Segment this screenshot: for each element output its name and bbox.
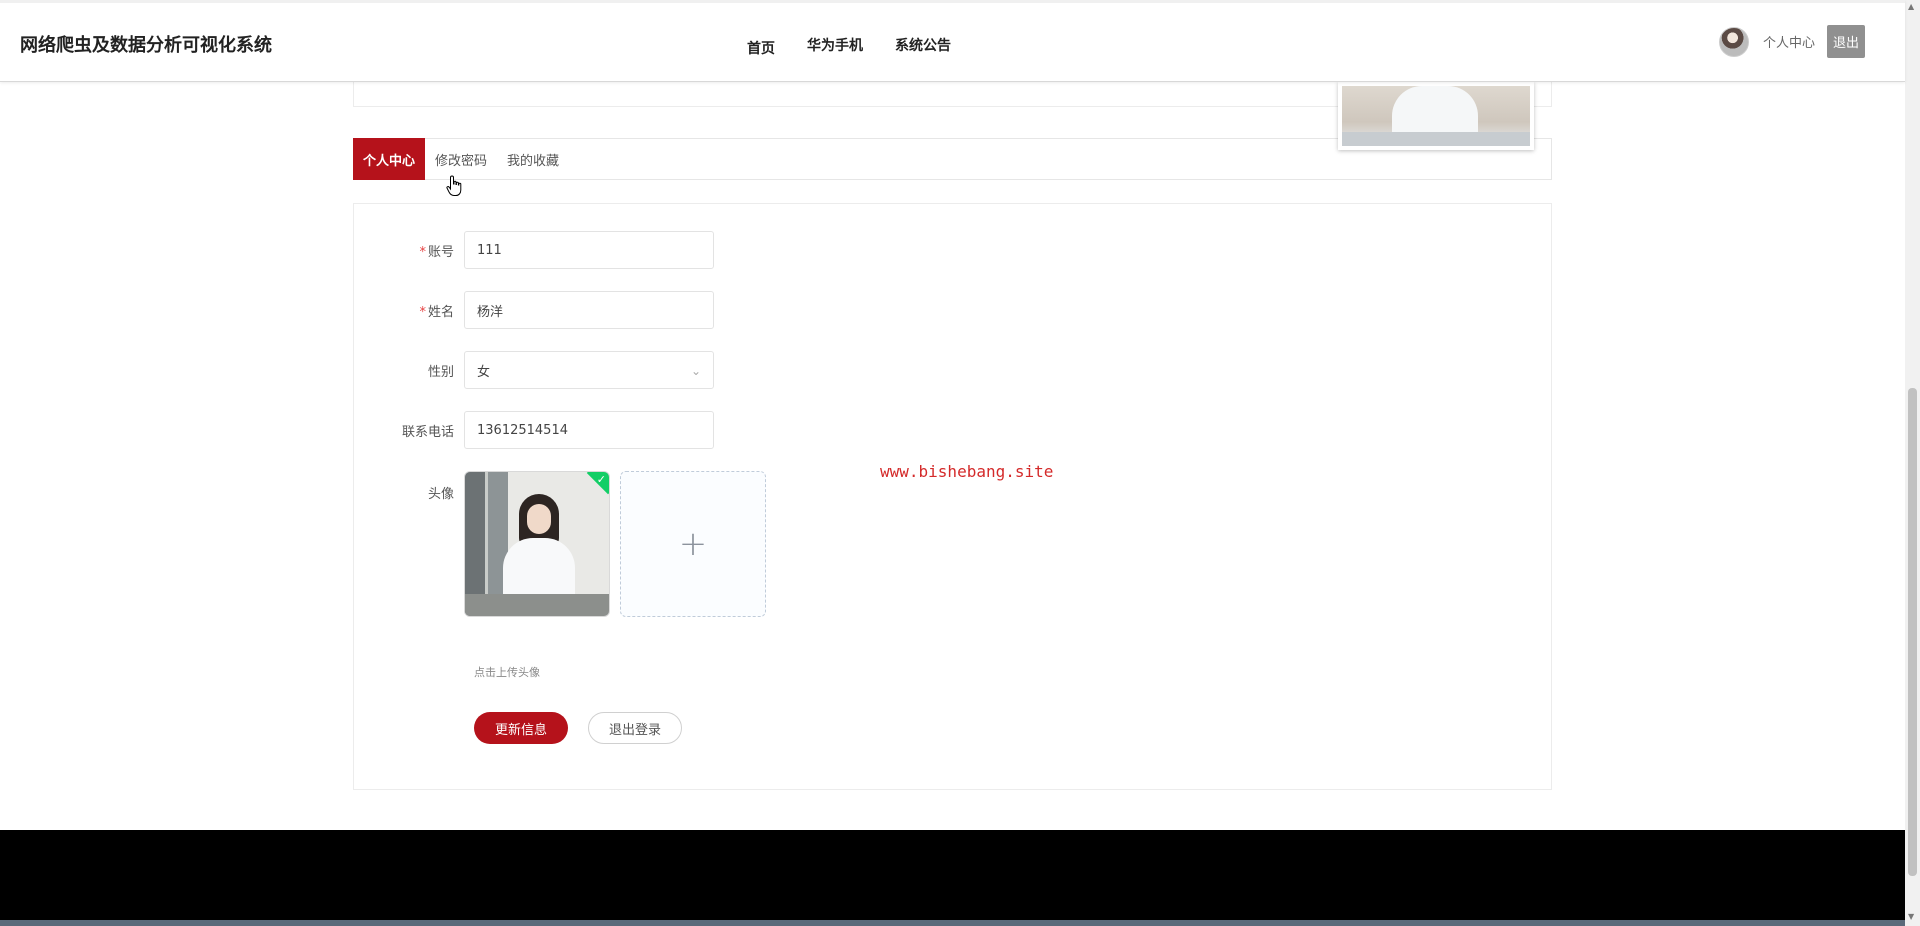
nav-item-huawei-phones[interactable]: 华为手机 [807, 35, 863, 58]
nav-item-home[interactable]: 首页 [747, 38, 775, 58]
form-row-phone: 联系电话 13612514514 [354, 411, 714, 449]
account-label-text: 账号 [427, 244, 454, 260]
name-label: * 姓名 [354, 301, 464, 320]
profile-form-card: * 账号 111 * 姓名 杨洋 性别 女 ⌄ 联系电话 13612514514 头… [353, 203, 1552, 790]
required-mark: * [419, 304, 426, 320]
main-nav: 首页 华为手机 系统公告 [747, 35, 951, 58]
banner-photo-desk [1342, 132, 1530, 146]
user-center-link[interactable]: 个人中心 [1763, 32, 1815, 51]
scroll-up-icon[interactable]: ▲ [1908, 2, 1914, 11]
logout-account-button[interactable]: 退出登录 [588, 712, 683, 744]
avatar-preview[interactable]: ✓ [464, 471, 610, 617]
form-row-gender: 性别 女 ⌄ [354, 351, 714, 389]
avatar-label: 头像 [427, 487, 454, 502]
scroll-down-icon[interactable]: ▼ [1908, 912, 1914, 921]
avatar-photo-face [527, 504, 551, 534]
avatar-upload-hint: 点击上传头像 [474, 666, 540, 679]
name-input[interactable]: 杨洋 [464, 291, 714, 329]
form-row-name: * 姓名 杨洋 [354, 291, 714, 329]
account-label: * 账号 [354, 241, 464, 260]
plus-icon: + [678, 524, 708, 564]
user-area: 个人中心 退出 [1718, 25, 1865, 58]
page-footer [0, 830, 1905, 926]
update-info-button[interactable]: 更新信息 [474, 712, 569, 744]
avatar-upload-button[interactable]: + [620, 471, 766, 617]
scrollbar-thumb[interactable] [1908, 388, 1917, 876]
tab-my-favorites[interactable]: 我的收藏 [497, 139, 569, 179]
form-row-avatar: 头像 ✓ + [354, 471, 766, 617]
phone-label: 联系电话 [401, 424, 454, 440]
hand-cursor-icon [446, 175, 462, 196]
nav-item-announcements[interactable]: 系统公告 [895, 35, 951, 58]
user-avatar[interactable] [1718, 26, 1749, 57]
vertical-scrollbar[interactable]: ▲ ▼ [1905, 0, 1920, 926]
chevron-down-icon: ⌄ [690, 364, 701, 378]
tab-personal-center[interactable]: 个人中心 [353, 138, 426, 180]
phone-input[interactable]: 13612514514 [464, 411, 714, 449]
check-icon: ✓ [596, 473, 606, 486]
required-mark: * [419, 244, 426, 260]
form-row-account: * 账号 111 [354, 231, 714, 269]
taskbar-strip [0, 920, 1920, 926]
banner-photo [1338, 82, 1534, 150]
logout-button[interactable]: 退出 [1826, 25, 1865, 58]
tab-change-password[interactable]: 修改密码 [425, 139, 497, 179]
app-title: 网络爬虫及数据分析可视化系统 [20, 35, 272, 56]
name-label-text: 姓名 [427, 304, 454, 320]
account-input[interactable]: 111 [464, 231, 714, 269]
gender-select-value: 女 [477, 364, 491, 380]
gender-select[interactable]: 女 ⌄ [464, 351, 714, 389]
avatar-photo-desk [465, 594, 609, 616]
watermark-text: www.bishebang.site [880, 462, 1054, 481]
gender-label: 性别 [427, 364, 454, 380]
form-actions: 更新信息 退出登录 [474, 712, 683, 744]
top-navbar: 网络爬虫及数据分析可视化系统 首页 华为手机 系统公告 个人中心 退出 [0, 0, 1905, 82]
